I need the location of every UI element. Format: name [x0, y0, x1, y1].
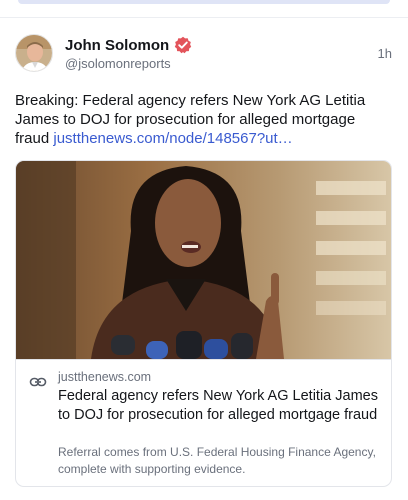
link-preview-description: Referral comes from U.S. Federal Housing…	[58, 445, 376, 476]
link-icon	[29, 373, 47, 391]
post[interactable]: John Solomon @jsolomonreports 1h Breakin…	[0, 18, 408, 500]
previous-post-edge	[18, 0, 390, 4]
avatar[interactable]	[15, 34, 53, 72]
post-body: Breaking: Federal agency refers New York…	[15, 91, 393, 148]
link-preview-card[interactable]: justthenews.com Federal agency refers Ne…	[15, 160, 392, 487]
link-preview-domain: justthenews.com	[58, 370, 152, 384]
link-preview-meta[interactable]: justthenews.com Federal agency refers Ne…	[16, 359, 391, 486]
post-body-link[interactable]: justthenews.com/node/148567?ut…	[53, 130, 292, 147]
post-timestamp[interactable]: 1h	[378, 46, 392, 61]
author-handle[interactable]: @jsolomonreports	[65, 56, 171, 71]
verified-badge-icon	[174, 36, 192, 54]
author-name[interactable]: John Solomon	[65, 37, 169, 54]
link-preview-image[interactable]	[16, 161, 391, 359]
link-preview-title[interactable]: Federal agency refers New York AG Letiti…	[58, 387, 378, 424]
